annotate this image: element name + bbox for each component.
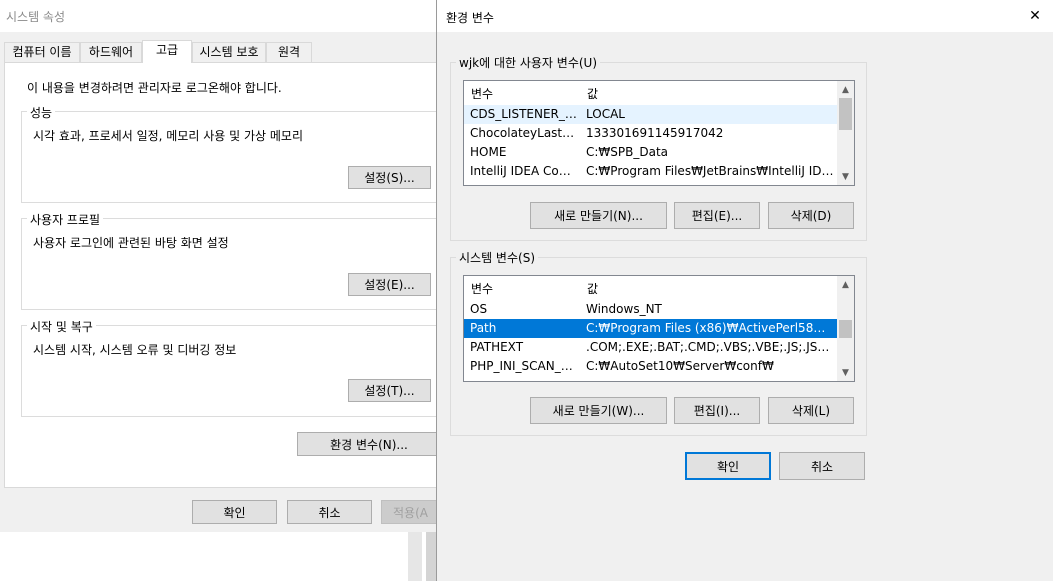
variable-name: HOME: [470, 145, 507, 159]
user-new-button[interactable]: 새로 만들기(N)...: [530, 202, 667, 229]
user-variables-list[interactable]: 변수 값 CDS_LISTENER_M... LOCAL ChocolateyL…: [463, 80, 855, 186]
close-icon: ✕: [1029, 8, 1041, 24]
tab-label: 컴퓨터 이름: [12, 45, 72, 59]
background-strip-2: [426, 532, 436, 581]
performance-desc: 시각 효과, 프로세서 일정, 메모리 사용 및 가상 메모리: [33, 129, 303, 143]
list-item[interactable]: CDS_LISTENER_M... LOCAL: [464, 105, 837, 124]
scroll-down-icon[interactable]: ▼: [837, 364, 854, 381]
environment-variables-button[interactable]: 환경 변수(N)...: [297, 432, 441, 456]
system-edit-button[interactable]: 편집(I)...: [674, 397, 760, 424]
column-header-value[interactable]: 값: [587, 85, 598, 102]
tab-label: 시스템 보호: [199, 45, 259, 59]
admin-note: 이 내용을 변경하려면 관리자로 로그온해야 합니다.: [27, 81, 282, 95]
system-variables-legend: 시스템 변수(S): [456, 249, 538, 266]
apply-button[interactable]: 적용(A: [381, 500, 440, 524]
tab-system-protection[interactable]: 시스템 보호: [192, 42, 266, 62]
list-item[interactable]: ChocolateyLastPat... 133301691145917042: [464, 124, 837, 143]
user-variables-legend: wjk에 대한 사용자 변수(U): [456, 54, 601, 71]
variable-value: C:₩AutoSet10₩Server₩conf₩: [586, 359, 774, 373]
variable-value: C:₩SPB_Data: [586, 145, 669, 159]
startup-recovery-settings-button[interactable]: 설정(T)...: [348, 379, 431, 402]
user-edit-button[interactable]: 편집(E)...: [674, 202, 760, 229]
column-header-variable[interactable]: 변수: [471, 85, 493, 102]
list-header: 변수 값: [464, 276, 837, 299]
variable-name: ChocolateyLastPat...: [470, 126, 580, 140]
list-item[interactable]: PHP_INI_SCAN_DIR C:₩AutoSet10₩Server₩con…: [464, 357, 837, 376]
background-strip: [408, 532, 422, 581]
variable-value: LOCAL: [586, 107, 625, 121]
startup-recovery-desc: 시스템 시작, 시스템 오류 및 디버깅 정보: [33, 343, 237, 357]
vertical-scrollbar[interactable]: ▲ ▼: [837, 81, 854, 185]
scrollbar-thumb[interactable]: [839, 98, 852, 130]
variable-value: Windows_NT: [586, 302, 662, 316]
variable-name: PHP_INI_SCAN_DIR: [470, 359, 580, 373]
tab-label: 하드웨어: [88, 45, 134, 59]
column-header-variable[interactable]: 변수: [471, 280, 493, 297]
list-item-selected[interactable]: Path C:₩Program Files (x86)₩ActivePerl58…: [464, 319, 837, 338]
variable-value: C:₩Program Files (x86)₩ActivePerl58₩bin.…: [586, 321, 834, 335]
system-variables-list[interactable]: 변수 값 OS Windows_NT Path C:₩Program Files…: [463, 275, 855, 382]
startup-recovery-title: 시작 및 복구: [27, 318, 96, 335]
cancel-button[interactable]: 취소: [287, 500, 372, 524]
list-header: 변수 값: [464, 81, 837, 104]
system-properties-window: 시스템 속성 컴퓨터 이름 하드웨어 고급 시스템 보호 원격 이 내용을 변경…: [0, 0, 441, 532]
variable-name: CDS_LISTENER_M...: [470, 107, 580, 121]
variable-name: Path: [470, 321, 497, 335]
tab-page-advanced: 이 내용을 변경하려면 관리자로 로그온해야 합니다. 성능 시각 효과, 프로…: [4, 62, 441, 488]
background-glyph: [4, 522, 64, 534]
close-button[interactable]: ✕: [1023, 6, 1047, 26]
tab-bar: 컴퓨터 이름 하드웨어 고급 시스템 보호 원격: [4, 40, 440, 63]
tab-computer-name[interactable]: 컴퓨터 이름: [4, 42, 80, 62]
vertical-scrollbar[interactable]: ▲ ▼: [837, 276, 854, 381]
dialog-title: 환경 변수: [446, 11, 494, 25]
list-item[interactable]: OS Windows_NT: [464, 300, 837, 319]
tab-hardware[interactable]: 하드웨어: [80, 42, 142, 62]
system-delete-button[interactable]: 삭제(L): [768, 397, 854, 424]
user-profiles-title: 사용자 프로필: [27, 211, 104, 228]
performance-group: [21, 111, 441, 203]
ok-button[interactable]: 확인: [192, 500, 277, 524]
variable-value: 133301691145917042: [586, 126, 724, 140]
list-item[interactable]: IntelliJ IDEA Com... C:₩Program Files₩Je…: [464, 162, 837, 181]
user-profiles-settings-button[interactable]: 설정(E)...: [348, 273, 431, 296]
window-title: 시스템 속성: [6, 10, 66, 24]
dialog-titlebar: 환경 변수 ✕: [437, 0, 1053, 32]
variable-value: .COM;.EXE;.BAT;.CMD;.VBS;.VBE;.JS;.JSE;.…: [586, 340, 834, 354]
system-new-button[interactable]: 새로 만들기(W)...: [530, 397, 667, 424]
scrollbar-thumb[interactable]: [839, 320, 852, 338]
user-delete-button[interactable]: 삭제(D): [768, 202, 854, 229]
variable-name: IntelliJ IDEA Com...: [470, 164, 580, 178]
tab-label: 고급: [155, 43, 179, 57]
dialog-ok-button[interactable]: 확인: [685, 452, 771, 480]
environment-variables-dialog: 환경 변수 ✕ wjk에 대한 사용자 변수(U) 변수 값 CDS_LISTE…: [436, 0, 1053, 581]
performance-title: 성능: [27, 104, 56, 121]
scroll-up-icon[interactable]: ▲: [837, 276, 854, 293]
user-profiles-desc: 사용자 로그인에 관련된 바탕 화면 설정: [33, 236, 229, 250]
list-item[interactable]: PATHEXT .COM;.EXE;.BAT;.CMD;.VBS;.VBE;.J…: [464, 338, 837, 357]
tab-advanced[interactable]: 고급: [142, 40, 192, 63]
user-profiles-group: [21, 218, 441, 310]
scroll-up-icon[interactable]: ▲: [837, 81, 854, 98]
dialog-cancel-button[interactable]: 취소: [779, 452, 865, 480]
performance-settings-button[interactable]: 설정(S)...: [348, 166, 431, 189]
variable-value: C:₩Program Files₩JetBrains₩IntelliJ IDEA…: [586, 164, 834, 178]
tab-label: 원격: [277, 45, 301, 59]
startup-recovery-group: [21, 325, 441, 417]
scroll-down-icon[interactable]: ▼: [837, 168, 854, 185]
list-item[interactable]: HOME C:₩SPB_Data: [464, 143, 837, 162]
column-header-value[interactable]: 값: [587, 280, 598, 297]
variable-name: OS: [470, 302, 488, 316]
tab-remote[interactable]: 원격: [266, 42, 312, 62]
variable-name: PATHEXT: [470, 340, 524, 354]
window-titlebar: 시스템 속성: [0, 0, 440, 32]
